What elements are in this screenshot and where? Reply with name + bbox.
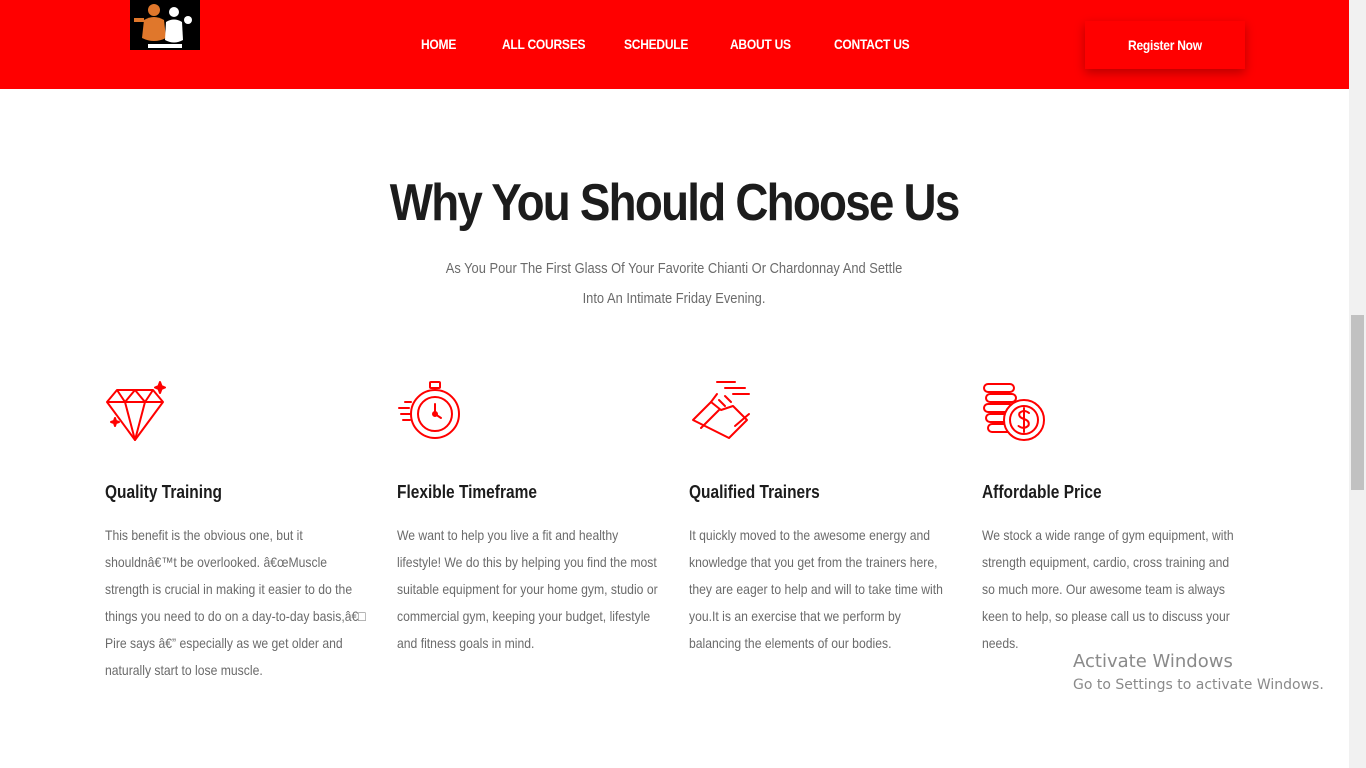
- scrollbar-thumb[interactable]: [1351, 315, 1364, 490]
- nav-schedule[interactable]: SCHEDULE: [624, 36, 688, 52]
- nav-home[interactable]: HOME: [421, 36, 456, 52]
- activate-windows-title: Activate Windows: [1073, 651, 1233, 672]
- diamond-icon: [106, 381, 166, 441]
- register-now-label: Register Now: [1128, 37, 1202, 53]
- site-header: HOME ALL COURSES SCHEDULE ABOUT US CONTA…: [0, 0, 1349, 89]
- feature-description: We want to help you live a fit and healt…: [397, 527, 658, 651]
- feature-description: It quickly moved to the awesome energy a…: [689, 527, 943, 651]
- feature-description: We stock a wide range of gym equipment, …: [982, 527, 1234, 651]
- activate-windows-subtitle: Go to Settings to activate Windows.: [1073, 677, 1324, 693]
- section-subtitle-text: As You Pour The First Glass Of Your Favo…: [445, 260, 903, 307]
- nav-contact-us[interactable]: CONTACT US: [834, 36, 910, 52]
- feature-title: Affordable Price: [982, 482, 1102, 502]
- feature-description: This benefit is the obvious one, but it …: [105, 527, 366, 678]
- running-shoe-icon: [692, 381, 750, 439]
- feature-title: Quality Training: [105, 482, 222, 502]
- page: HOME ALL COURSES SCHEDULE ABOUT US CONTA…: [0, 0, 1349, 768]
- gym-logo-icon: [130, 0, 200, 50]
- feature-card-qualified-trainers: Qualified Trainers It quickly moved to t…: [689, 380, 951, 651]
- activate-windows-watermark: Activate Windows Go to Settings to activ…: [1073, 650, 1324, 696]
- section-title: Why You Should Choose Us: [0, 168, 1349, 238]
- feature-card-affordable-price: Affordable Price We stock a wide range o…: [982, 380, 1244, 651]
- feature-card-quality-training: Quality Training This benefit is the obv…: [105, 380, 367, 678]
- section-title-text: Why You Should Choose Us: [390, 174, 961, 232]
- section-subtitle: As You Pour The First Glass Of Your Favo…: [394, 254, 954, 314]
- feature-card-flexible-timeframe: Flexible Timeframe We want to help you l…: [397, 380, 659, 651]
- feature-title: Qualified Trainers: [689, 482, 820, 502]
- gym-logo[interactable]: [130, 0, 200, 50]
- nav-about-us[interactable]: ABOUT US: [730, 36, 791, 52]
- coins-icon: [983, 383, 1045, 441]
- nav-all-courses[interactable]: ALL COURSES: [502, 36, 586, 52]
- stopwatch-icon: [398, 381, 460, 439]
- register-now-button[interactable]: Register Now: [1085, 21, 1245, 69]
- feature-title: Flexible Timeframe: [397, 482, 537, 502]
